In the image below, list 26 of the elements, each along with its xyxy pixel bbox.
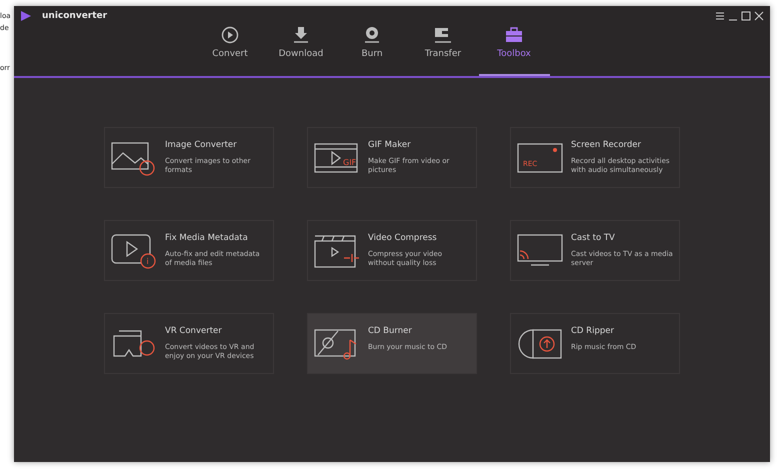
tool-title: Image Converter <box>165 140 238 150</box>
disc-icon <box>364 26 380 44</box>
nav-tab[interactable]: Transfer <box>408 26 478 76</box>
tool-title: Video Compress <box>368 233 438 243</box>
nav-tab[interactable]: Convert <box>194 26 266 76</box>
close-icon[interactable] <box>754 11 764 21</box>
tool-title: Cast to TV <box>571 233 616 243</box>
toolbox-icon <box>505 26 523 44</box>
tool-title: GIF Maker <box>368 140 412 150</box>
nav-tab[interactable]: Burn <box>336 26 408 76</box>
clapper-icon <box>314 233 360 269</box>
tool-title: VR Converter <box>165 326 223 336</box>
tool-title: CD Burner <box>368 326 413 336</box>
tool-title: Screen Recorder <box>571 140 642 150</box>
maximize-icon[interactable] <box>741 11 751 21</box>
image-icon <box>111 140 157 176</box>
menu-icon[interactable] <box>715 11 725 21</box>
download-icon <box>293 26 309 44</box>
tool-title: CD Ripper <box>571 326 615 336</box>
tool-title: Fix Media Metadata <box>165 233 249 243</box>
play-refresh-icon <box>221 26 239 44</box>
window-title: uniconverter <box>42 11 108 21</box>
transfer-icon <box>434 26 452 44</box>
nav-tab[interactable]: Download <box>266 26 336 76</box>
nav-tab[interactable]: Toolbox <box>478 26 550 76</box>
play-logo-icon <box>20 10 32 22</box>
